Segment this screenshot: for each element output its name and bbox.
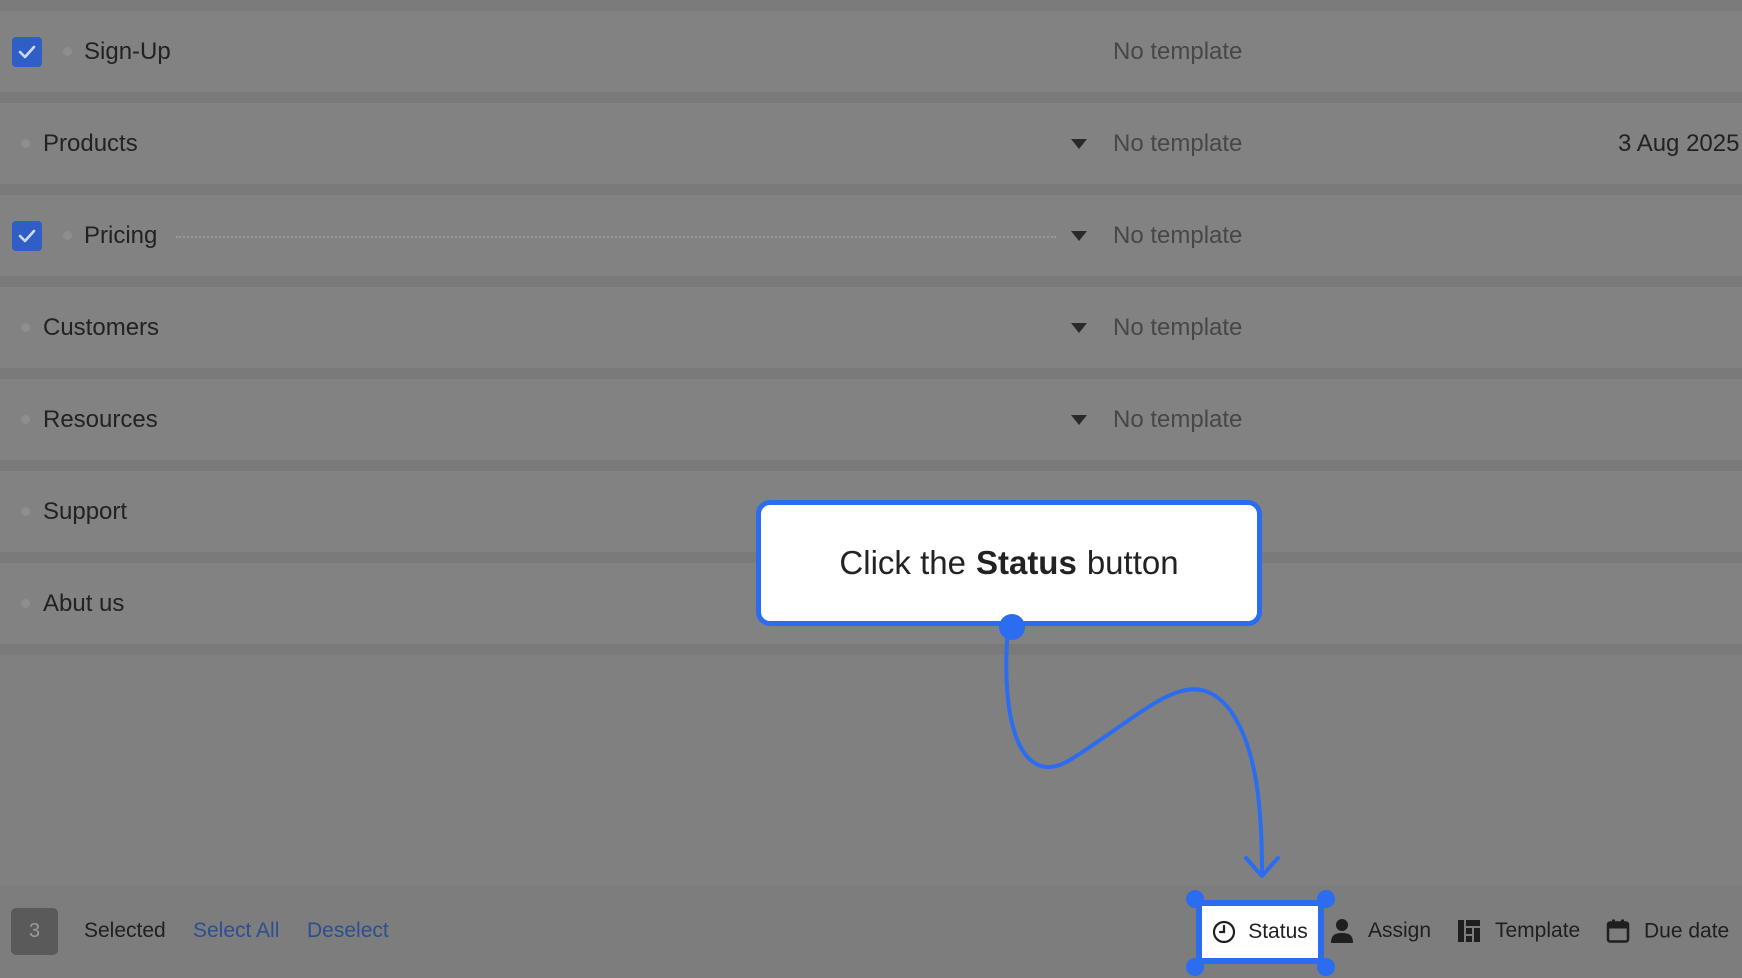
template-label: Template [1495,919,1581,942]
row-title[interactable]: Support [43,498,127,526]
row-due-date: 3 Aug 2025 [1618,129,1740,157]
deselect-link[interactable]: Deselect [307,919,389,943]
highlight-handle-top-left [1186,890,1204,908]
highlight-handle-top-right [1317,890,1335,908]
tooltip-prefix: Click the [839,544,966,581]
selected-label: Selected [84,919,166,942]
status-dot [63,231,72,240]
assign-label: Assign [1368,919,1432,942]
row-title[interactable]: Resources [43,406,158,434]
row-title[interactable]: Products [43,130,138,158]
top-strip [0,0,1742,11]
row-title[interactable]: Customers [43,314,159,342]
check-icon [18,45,36,58]
caret-down-icon[interactable] [1071,322,1087,333]
guide-tooltip: Click the Status button [756,500,1262,626]
row-checkbox[interactable] [12,36,42,67]
caret-down-icon[interactable] [1071,230,1087,241]
row-template[interactable]: No template [1113,222,1242,250]
status-dot [21,323,30,332]
dotted-leader [176,235,1056,238]
status-button[interactable]: Status [1196,900,1324,964]
clock-icon [1213,920,1236,944]
tooltip-suffix: button [1086,544,1179,581]
tooltip-emphasis: Status [975,544,1077,581]
list-row[interactable]: Resources No template [0,379,1742,471]
due-date-label: Due date [1644,919,1730,942]
selected-count-badge: 3 [11,908,58,955]
list-row[interactable]: Pricing No template [0,195,1742,287]
list-row[interactable]: Customers No template [0,287,1742,379]
status-dot [21,507,30,516]
calendar-icon [1606,919,1630,943]
highlight-handle-bottom-right [1317,958,1335,976]
caret-down-icon[interactable] [1071,138,1087,149]
status-dot [21,599,30,608]
list-row[interactable]: Sign-Up No template [0,11,1742,103]
row-template[interactable]: No template [1113,314,1242,342]
assign-button[interactable]: Assign [1330,918,1431,944]
caret-down-icon[interactable] [1071,414,1087,425]
due-date-button[interactable]: Due date [1606,919,1729,944]
status-label: Status [1248,920,1308,943]
row-checkbox[interactable] [12,220,42,251]
row-title[interactable]: Pricing [84,222,157,250]
row-title[interactable]: Sign-Up [84,38,171,66]
bulk-action-bar: 3 Selected Select All Deselect Assign Te… [0,885,1742,978]
row-template[interactable]: No template [1113,38,1242,66]
select-all-link[interactable]: Select All [193,919,279,943]
status-dot [21,415,30,424]
template-icon [1458,920,1480,942]
status-dot [21,139,30,148]
person-icon [1331,919,1353,943]
check-icon [18,229,36,242]
highlight-handle-bottom-left [1186,958,1204,976]
row-template[interactable]: No template [1113,406,1242,434]
status-dot [63,47,72,56]
template-button[interactable]: Template [1457,919,1580,943]
page-stage: Sign-Up No template Products No template 3 A… [0,0,1742,978]
list-row[interactable]: Products No template 3 Aug 2025 [0,103,1742,195]
row-template[interactable]: No template [1113,130,1242,158]
row-title[interactable]: Abut us [43,590,124,618]
tooltip-anchor-dot [999,614,1025,640]
